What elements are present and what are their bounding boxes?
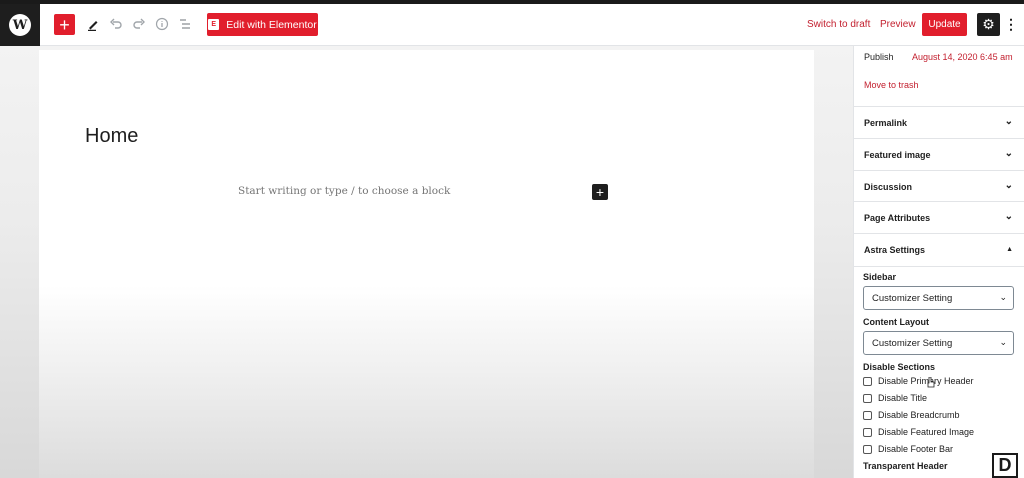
update-label: Update: [928, 19, 961, 30]
checkbox-disable-footer-bar[interactable]: Disable Footer Bar: [863, 444, 953, 454]
panel-label: Permalink: [864, 117, 908, 128]
chevron-down-icon: ⌄: [1004, 180, 1013, 191]
checkbox-disable-breadcrumb[interactable]: Disable Breadcrumb: [863, 410, 960, 420]
settings-sidebar: Publish August 14, 2020 6:45 am Move to …: [853, 46, 1024, 478]
hand-cursor-icon: [927, 377, 935, 388]
editor-canvas[interactable]: [39, 50, 814, 478]
wordpress-icon: W: [9, 14, 31, 36]
edit-with-elementor-button[interactable]: E Edit with Elementor: [207, 13, 318, 36]
list-view-icon[interactable]: [175, 14, 195, 34]
move-to-trash-link[interactable]: Move to trash: [864, 80, 919, 90]
chevron-up-icon: ▲: [1006, 246, 1013, 253]
info-icon[interactable]: [152, 14, 172, 34]
panel-label: Astra Settings: [864, 245, 926, 255]
chevron-down-icon: ⌄: [999, 337, 1007, 347]
wordpress-logo[interactable]: W: [0, 4, 40, 46]
publish-date-link[interactable]: August 14, 2020 6:45 am: [912, 52, 1013, 62]
checkbox[interactable]: [863, 410, 872, 420]
checkbox-label: Disable Title: [878, 393, 928, 403]
gear-icon: ⚙: [982, 16, 995, 32]
checkbox[interactable]: [863, 444, 872, 454]
edit-pencil-icon[interactable]: [84, 14, 104, 34]
switch-to-draft-link[interactable]: Switch to draft: [807, 19, 870, 30]
plus-icon: +: [59, 14, 70, 35]
update-button[interactable]: Update: [922, 13, 967, 36]
checkbox-disable-primary-header[interactable]: Disable Primary Header: [863, 376, 974, 386]
sidebar-select[interactable]: Customizer Setting ⌄: [863, 286, 1014, 310]
editor-toolbar: W + E Edit with Elementor Switch to draf…: [0, 4, 1024, 46]
elementor-icon: E: [208, 19, 220, 30]
redo-icon[interactable]: [129, 14, 149, 34]
disable-sections-label: Disable Sections: [863, 362, 936, 372]
checkbox-disable-title[interactable]: Disable Title: [863, 393, 927, 403]
chevron-down-icon: ⌄: [999, 292, 1007, 302]
undo-icon[interactable]: [106, 14, 126, 34]
checkbox[interactable]: [863, 393, 872, 403]
more-options-button[interactable]: ⋮: [1004, 13, 1018, 36]
sidebar-field-label: Sidebar: [863, 272, 897, 282]
checkbox-label: Disable Featured Image: [878, 427, 975, 437]
content-layout-select[interactable]: Customizer Setting ⌄: [863, 331, 1014, 355]
panel-label: Featured image: [864, 149, 931, 160]
plus-icon: +: [595, 184, 605, 200]
page-title[interactable]: Home: [85, 125, 138, 148]
chevron-down-icon: ⌄: [1004, 211, 1013, 222]
checkbox-label: Disable Primary Header: [878, 376, 974, 386]
panel-astra-settings[interactable]: Astra Settings ▲: [854, 233, 1024, 267]
panel-label: Page Attributes: [864, 212, 931, 223]
content-layout-label: Content Layout: [863, 317, 929, 327]
publish-label: Publish: [864, 52, 894, 62]
checkbox-label: Disable Footer Bar: [878, 444, 954, 454]
checkbox-disable-featured-image[interactable]: Disable Featured Image: [863, 427, 974, 437]
add-block-button[interactable]: +: [54, 14, 75, 35]
watermark-letter: D: [998, 455, 1012, 475]
panel-discussion[interactable]: Discussion ⌄: [854, 170, 1024, 202]
sidebar-select-value: Customizer Setting: [872, 292, 953, 304]
checkbox[interactable]: [863, 376, 872, 386]
content-layout-value: Customizer Setting: [872, 337, 953, 349]
panel-featured-image[interactable]: Featured image ⌄: [854, 138, 1024, 170]
panel-permalink[interactable]: Permalink ⌄: [854, 106, 1024, 138]
more-options-icon: ⋮: [1004, 16, 1018, 32]
inline-add-block-button[interactable]: +: [592, 184, 608, 200]
checkbox-label: Disable Breadcrumb: [878, 410, 960, 420]
watermark-logo: D: [992, 453, 1018, 478]
checkbox[interactable]: [863, 427, 872, 437]
chevron-down-icon: ⌄: [1004, 116, 1013, 127]
preview-link[interactable]: Preview: [880, 19, 916, 30]
panel-label: Discussion: [864, 181, 913, 192]
chevron-down-icon: ⌄: [1004, 148, 1013, 159]
settings-button[interactable]: ⚙: [977, 13, 1000, 36]
transparent-header-label: Transparent Header: [863, 461, 948, 471]
block-placeholder[interactable]: Start writing or type / to choose a bloc…: [238, 185, 450, 197]
elementor-label: Edit with Elementor: [226, 18, 317, 31]
panel-page-attributes[interactable]: Page Attributes ⌄: [854, 201, 1024, 233]
